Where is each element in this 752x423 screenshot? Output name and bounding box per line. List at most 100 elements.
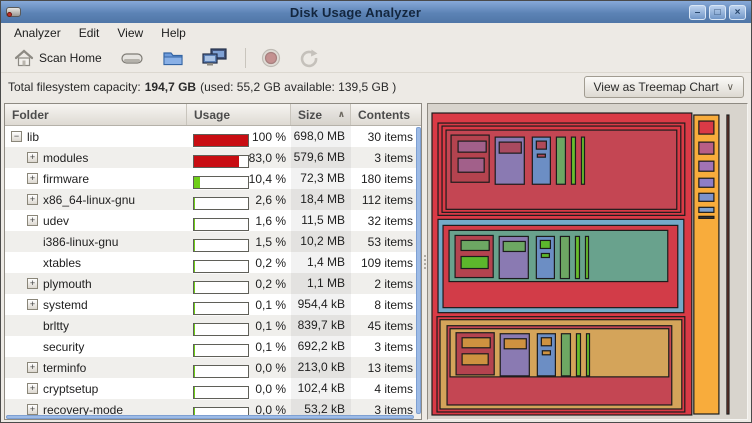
close-button[interactable]: ×: [729, 5, 746, 20]
treemap-rect[interactable]: [560, 236, 569, 278]
treemap-rect[interactable]: [458, 158, 484, 172]
treemap-rect[interactable]: [536, 141, 546, 149]
menu-item-view[interactable]: View: [108, 24, 152, 42]
treemap-rect[interactable]: [575, 236, 579, 278]
view-selector[interactable]: View as Treemap Chart ∨: [584, 76, 745, 98]
table-row[interactable]: xtables0,2 %1,4 MB109 items: [5, 252, 421, 273]
treemap-rect[interactable]: [458, 141, 486, 152]
vertical-scrollbar[interactable]: [416, 127, 421, 414]
folder-cell: −lib: [5, 130, 187, 144]
table-row[interactable]: +modules83,0 %579,6 MB3 items: [5, 147, 421, 168]
tree-rows: −lib100 %698,0 MB30 items+modules83,0 %5…: [5, 126, 421, 420]
expander-plus-icon[interactable]: +: [27, 404, 38, 415]
contents-cell: 45 items: [351, 319, 421, 333]
expander-plus-icon[interactable]: +: [27, 299, 38, 310]
treemap-rect[interactable]: [541, 338, 551, 346]
usage-percent: 100 %: [252, 130, 286, 144]
treemap-rect[interactable]: [699, 207, 714, 212]
treemap-rect[interactable]: [571, 137, 575, 184]
treemap-rect[interactable]: [699, 216, 714, 218]
treemap-rect[interactable]: [585, 236, 588, 278]
folder-name: plymouth: [43, 277, 92, 291]
usage-bar: [193, 344, 249, 357]
treemap-rect[interactable]: [462, 338, 490, 348]
treemap-rect[interactable]: [503, 241, 525, 251]
usage-cell: 0,1 %: [187, 319, 291, 333]
usage-percent: 0,1 %: [255, 298, 286, 312]
expander-plus-icon[interactable]: +: [27, 278, 38, 289]
treemap-rect[interactable]: [699, 161, 714, 171]
treemap-rect[interactable]: [699, 193, 714, 201]
menubar: AnalyzerEditViewHelp: [1, 23, 751, 43]
treemap-rect[interactable]: [504, 339, 526, 349]
treemap-rect[interactable]: [581, 137, 584, 184]
treemap-rect[interactable]: [461, 240, 489, 250]
scan-filesystem-button[interactable]: [115, 47, 149, 69]
treemap-rect[interactable]: [699, 142, 714, 154]
stop-button[interactable]: [256, 46, 286, 70]
treemap-chart[interactable]: [430, 106, 745, 417]
main-content: Folder Usage Size ∧ Contents −lib100 %69…: [1, 101, 751, 422]
treemap-rect[interactable]: [537, 154, 545, 157]
expander-plus-icon[interactable]: +: [27, 152, 38, 163]
column-header-usage[interactable]: Usage: [187, 104, 291, 125]
folder-cell: +firmware: [5, 172, 187, 186]
scan-folder-button[interactable]: [157, 47, 189, 69]
treemap-rect[interactable]: [556, 137, 565, 184]
column-header-folder[interactable]: Folder: [5, 104, 187, 125]
column-header-size[interactable]: Size ∧: [291, 104, 351, 125]
folder-name: terminfo: [43, 361, 86, 375]
folder-name: lib: [27, 130, 39, 144]
column-header-contents[interactable]: Contents: [351, 104, 421, 125]
expander-plus-icon[interactable]: +: [27, 194, 38, 205]
minimize-button[interactable]: –: [689, 5, 706, 20]
scan-remote-button[interactable]: [197, 46, 233, 69]
table-row[interactable]: +firmware10,4 %72,3 MB180 items: [5, 168, 421, 189]
menu-item-analyzer[interactable]: Analyzer: [5, 24, 70, 42]
usage-bar: [193, 155, 249, 168]
expander-minus-icon[interactable]: −: [11, 131, 22, 142]
folder-cell: +systemd: [5, 298, 187, 312]
table-row[interactable]: +plymouth0,2 %1,1 MB2 items: [5, 273, 421, 294]
treemap-rect[interactable]: [576, 334, 580, 376]
menu-item-edit[interactable]: Edit: [70, 24, 109, 42]
contents-cell: 2 items: [351, 277, 421, 291]
treemap-rect[interactable]: [699, 121, 714, 134]
treemap-rect[interactable]: [694, 115, 719, 414]
treemap-rect[interactable]: [541, 253, 549, 257]
treemap-rect[interactable]: [561, 334, 570, 376]
contents-cell: 4 items: [351, 382, 421, 396]
treemap-rect[interactable]: [542, 351, 550, 355]
folder-cell: + x86_64-linux-gnu: [5, 193, 187, 207]
table-row[interactable]: security0,1 %692,2 kB3 items: [5, 336, 421, 357]
expander-plus-icon[interactable]: +: [27, 362, 38, 373]
horizontal-scrollbar[interactable]: [6, 415, 414, 419]
treemap-rect[interactable]: [586, 334, 589, 376]
table-row[interactable]: −lib100 %698,0 MB30 items: [5, 126, 421, 147]
maximize-button[interactable]: □: [709, 5, 726, 20]
treemap-rect[interactable]: [699, 178, 714, 187]
table-row[interactable]: i386-linux-gnu1,5 %10,2 MB53 items: [5, 231, 421, 252]
usage-cell: 0,1 %: [187, 340, 291, 354]
treemap-rect[interactable]: [540, 240, 550, 248]
table-row[interactable]: brltty0,1 %839,7 kB45 items: [5, 315, 421, 336]
treemap-rect[interactable]: [462, 354, 488, 365]
scan-home-button[interactable]: Scan Home: [9, 47, 107, 69]
treemap-rect[interactable]: [461, 256, 488, 268]
window-title: Disk Usage Analyzer: [25, 5, 686, 20]
table-row[interactable]: +udev1,6 %11,5 MB32 items: [5, 210, 421, 231]
expander-plus-icon[interactable]: +: [27, 383, 38, 394]
folder-name: x86_64-linux-gnu: [43, 193, 135, 207]
table-row[interactable]: +x86_64-linux-gnu2,6 %18,4 MB112 items: [5, 189, 421, 210]
table-row[interactable]: +systemd0,1 %954,4 kB8 items: [5, 294, 421, 315]
table-row[interactable]: +cryptsetup0,0 %102,4 kB4 items: [5, 378, 421, 399]
refresh-button[interactable]: [294, 46, 324, 70]
treemap-rect[interactable]: [499, 142, 521, 153]
expander-plus-icon[interactable]: +: [27, 173, 38, 184]
contents-cell: 53 items: [351, 235, 421, 249]
treemap-rect[interactable]: [727, 115, 729, 414]
expander-plus-icon[interactable]: +: [27, 215, 38, 226]
usage-cell: 0,0 %: [187, 382, 291, 396]
table-row[interactable]: +terminfo0,0 %213,0 kB13 items: [5, 357, 421, 378]
menu-item-help[interactable]: Help: [152, 24, 195, 42]
